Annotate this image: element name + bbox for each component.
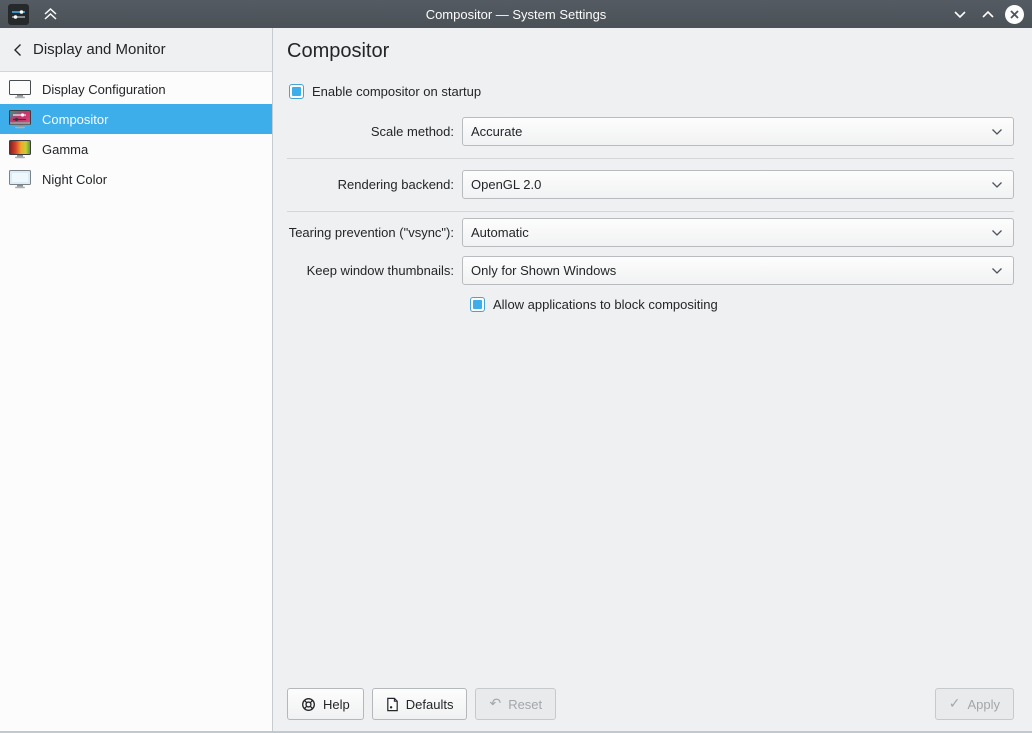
divider — [287, 158, 1014, 159]
sidebar-list: Display Configuration — [0, 72, 272, 194]
checkbox-checked-icon — [470, 297, 485, 312]
collapse-all-button[interactable] — [39, 3, 61, 25]
allow-block-compositing-checkbox[interactable]: Allow applications to block compositing — [470, 297, 1014, 312]
help-button[interactable]: Help — [287, 688, 364, 720]
scale-method-select[interactable]: Accurate — [462, 117, 1014, 146]
sliders-icon — [11, 8, 26, 21]
chevron-down-icon — [991, 128, 1003, 136]
defaults-button-label: Defaults — [406, 697, 454, 712]
sidebar-item-compositor[interactable]: Compositor — [0, 104, 272, 134]
keep-thumbnails-value: Only for Shown Windows — [471, 263, 616, 278]
sidebar-item-label: Compositor — [42, 112, 108, 127]
back-to-display-and-monitor[interactable]: Display and Monitor — [0, 28, 272, 72]
defaults-document-icon — [386, 697, 399, 712]
sidebar-item-gamma[interactable]: Gamma — [0, 134, 272, 164]
keep-thumbnails-select[interactable]: Only for Shown Windows — [462, 256, 1014, 285]
button-bar: Help Defaults ↶ Reset ✓ Ap — [287, 688, 1014, 720]
window-title: Compositor — System Settings — [0, 7, 1032, 22]
sidebar-item-label: Night Color — [42, 172, 107, 187]
chevron-down-icon — [991, 229, 1003, 237]
reset-button[interactable]: ↶ Reset — [475, 688, 556, 720]
close-icon — [1009, 9, 1020, 20]
sidebar-item-night-color[interactable]: Night Color — [0, 164, 272, 194]
tearing-prevention-value: Automatic — [471, 225, 529, 240]
minimize-button[interactable] — [949, 3, 971, 25]
checkmark-icon: ✓ — [949, 697, 961, 711]
apply-button[interactable]: ✓ Apply — [935, 688, 1014, 720]
close-button[interactable] — [1005, 5, 1024, 24]
chevron-down-icon — [991, 267, 1003, 275]
sidebar-item-display-configuration[interactable]: Display Configuration — [0, 74, 272, 104]
compositor-icon — [9, 110, 31, 129]
maximize-button[interactable] — [977, 3, 999, 25]
night-color-icon — [9, 170, 31, 189]
gamma-icon — [9, 140, 31, 159]
sidebar: Display and Monitor Display Configuratio… — [0, 28, 273, 731]
scale-method-value: Accurate — [471, 124, 522, 139]
compositor-settings-panel: Compositor Enable compositor on startup … — [273, 28, 1032, 731]
scale-method-label: Scale method: — [287, 124, 462, 139]
enable-compositor-label: Enable compositor on startup — [312, 84, 481, 99]
help-lifebuoy-icon — [301, 697, 316, 712]
help-button-label: Help — [323, 697, 350, 712]
chevron-down-icon — [953, 10, 967, 19]
chevron-down-icon — [991, 181, 1003, 189]
reset-button-label: Reset — [508, 697, 542, 712]
chevron-up-icon — [981, 10, 995, 19]
sidebar-header-label: Display and Monitor — [33, 41, 166, 58]
sidebar-item-label: Gamma — [42, 142, 88, 157]
divider — [287, 211, 1014, 212]
system-settings-window: Compositor — System Settings — [0, 0, 1032, 733]
chevron-left-icon — [13, 43, 22, 57]
rendering-backend-value: OpenGL 2.0 — [471, 177, 541, 192]
double-chevron-up-icon — [43, 7, 58, 21]
app-icon[interactable] — [8, 4, 29, 25]
tearing-prevention-select[interactable]: Automatic — [462, 218, 1014, 247]
titlebar: Compositor — System Settings — [0, 0, 1032, 28]
undo-icon: ↶ — [489, 697, 501, 711]
rendering-backend-select[interactable]: OpenGL 2.0 — [462, 170, 1014, 199]
keep-thumbnails-label: Keep window thumbnails: — [287, 263, 462, 278]
checkbox-checked-icon — [289, 84, 304, 99]
page-title: Compositor — [287, 38, 1014, 64]
allow-block-compositing-label: Allow applications to block compositing — [493, 297, 718, 312]
display-configuration-icon — [9, 80, 31, 99]
enable-compositor-checkbox[interactable]: Enable compositor on startup — [289, 84, 1014, 99]
rendering-backend-label: Rendering backend: — [287, 177, 462, 192]
tearing-prevention-label: Tearing prevention ("vsync"): — [287, 225, 462, 240]
apply-button-label: Apply — [967, 697, 1000, 712]
defaults-button[interactable]: Defaults — [372, 688, 468, 720]
sidebar-item-label: Display Configuration — [42, 82, 166, 97]
